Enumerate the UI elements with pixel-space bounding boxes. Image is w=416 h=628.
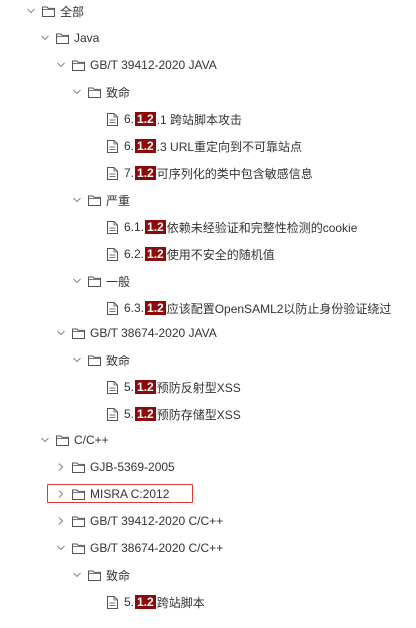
tree-node-cpp-gjb[interactable]: GJB-5369-2005 [54, 457, 175, 477]
folder-icon [87, 274, 101, 288]
tree-node-cpp-gbt39412[interactable]: GB/T 39412-2020 C/C++ [54, 511, 223, 531]
annotation-highlight-box [47, 484, 193, 503]
search-match-highlight: 1.2 [135, 139, 156, 153]
tree-node-java-gbt39412-severe[interactable]: 严重 [70, 190, 130, 210]
rule-prefix: 5. [124, 407, 135, 421]
folder-icon [87, 85, 101, 99]
chevron-down-icon[interactable] [70, 565, 84, 585]
tree-node-label: C/C++ [74, 433, 109, 447]
tree-leaf-rule[interactable]: 7. 1.2 可序列化的类中包含敏感信息 [106, 163, 313, 183]
folder-icon [55, 433, 69, 447]
tree-node-label: GB/T 38674-2020 C/C++ [90, 541, 224, 555]
folder-icon [71, 541, 85, 555]
rule-title: 依赖未经验证和完整性检测的cookie [166, 220, 358, 235]
rule-prefix: 5. [124, 595, 135, 609]
chevron-down-icon[interactable] [70, 271, 84, 291]
rule-prefix: 6.3. [124, 301, 145, 315]
chevron-down-icon[interactable] [38, 28, 52, 48]
tree-node-label: GJB-5369-2005 [90, 460, 175, 474]
search-match-highlight: 1.2 [135, 595, 156, 609]
rule-title: 可序列化的类中包含敏感信息 [156, 166, 313, 181]
tree-node-label: 一般 [106, 274, 131, 289]
tree-node-label: 致命 [106, 85, 131, 100]
tree-node-label: GB/T 39412-2020 JAVA [90, 58, 217, 72]
rule-title: .3 URL重定向到不可靠站点 [156, 139, 303, 154]
chevron-right-icon[interactable] [54, 457, 68, 477]
file-icon [106, 166, 118, 180]
chevron-right-icon[interactable] [54, 511, 68, 531]
chevron-down-icon[interactable] [70, 190, 84, 210]
tree-node-java-gbt39412[interactable]: GB/T 39412-2020 JAVA [54, 55, 217, 75]
folder-icon [71, 58, 85, 72]
rule-title: 预防反射型XSS [156, 380, 241, 395]
file-icon [106, 380, 118, 394]
search-match-highlight: 1.2 [135, 380, 156, 394]
file-icon [106, 301, 118, 315]
folder-icon [71, 514, 85, 528]
tree-node-cpp-gbt38674-fatal[interactable]: 致命 [70, 565, 130, 585]
file-icon [106, 139, 118, 153]
chevron-down-icon[interactable] [70, 82, 84, 102]
folder-icon [87, 193, 101, 207]
tree-leaf-rule[interactable]: 5. 1.2 预防反射型XSS [106, 377, 241, 397]
search-match-highlight: 1.2 [135, 407, 156, 421]
tree-node-label: 严重 [106, 193, 131, 208]
tree-leaf-rule[interactable]: 6. 1.2.3 URL重定向到不可靠站点 [106, 136, 302, 156]
folder-icon [41, 4, 55, 18]
rule-title: 应该配置OpenSAML2以防止身份验证绕过 [166, 301, 392, 316]
tree-node-label: 全部 [60, 4, 85, 19]
tree-node-root[interactable]: 全部 [24, 1, 84, 21]
file-icon [106, 112, 118, 126]
search-match-highlight: 1.2 [135, 112, 156, 126]
rule-title: .1 跨站脚本攻击 [156, 112, 243, 127]
chevron-down-icon[interactable] [54, 55, 68, 75]
tree-node-java[interactable]: Java [38, 28, 99, 48]
rule-title: 预防存储型XSS [156, 407, 241, 422]
tree-node-java-gbt39412-fatal[interactable]: 致命 [70, 82, 130, 102]
folder-icon [71, 460, 85, 474]
rule-title: 使用不安全的随机值 [166, 247, 275, 262]
rule-title: 跨站脚本 [156, 595, 205, 610]
file-icon [106, 407, 118, 421]
search-match-highlight: 1.2 [145, 247, 166, 261]
tree-node-label: 致命 [106, 568, 131, 583]
tree-node-cpp[interactable]: C/C++ [38, 430, 109, 450]
rule-prefix: 6.1. [124, 220, 145, 234]
tree-node-label: Java [74, 31, 100, 45]
chevron-down-icon[interactable] [54, 323, 68, 343]
rule-prefix: 7. [124, 166, 135, 180]
chevron-down-icon[interactable] [54, 538, 68, 558]
rule-prefix: 6. [124, 112, 135, 126]
file-icon [106, 220, 118, 234]
chevron-down-icon[interactable] [70, 350, 84, 370]
tree-node-java-gbt39412-general[interactable]: 一般 [70, 271, 130, 291]
rule-prefix: 6.2. [124, 247, 145, 261]
tree-leaf-rule[interactable]: 6.1. 1.2 依赖未经验证和完整性检测的cookie [106, 217, 357, 237]
tree-leaf-rule[interactable]: 6.2. 1.2 使用不安全的随机值 [106, 244, 275, 264]
folder-icon [55, 31, 69, 45]
file-icon [106, 595, 118, 609]
tree-node-label: GB/T 38674-2020 JAVA [90, 326, 217, 340]
folder-icon [87, 568, 101, 582]
folder-icon [87, 353, 101, 367]
search-match-highlight: 1.2 [145, 220, 166, 234]
tree-leaf-rule[interactable]: 6.3. 1.2 应该配置OpenSAML2以防止身份验证绕过 [106, 298, 391, 318]
rule-prefix: 6. [124, 139, 135, 153]
search-match-highlight: 1.2 [145, 301, 166, 315]
chevron-down-icon[interactable] [24, 1, 38, 21]
tree-node-label: 致命 [106, 353, 131, 368]
chevron-down-icon[interactable] [38, 430, 52, 450]
tree-leaf-rule[interactable]: 5. 1.2 跨站脚本 [106, 592, 205, 612]
tree-node-label: GB/T 39412-2020 C/C++ [90, 514, 224, 528]
tree-node-cpp-gbt38674[interactable]: GB/T 38674-2020 C/C++ [54, 538, 223, 558]
tree-node-java-gbt38674-fatal[interactable]: 致命 [70, 350, 130, 370]
tree-leaf-rule[interactable]: 6. 1.2.1 跨站脚本攻击 [106, 109, 242, 129]
tree-node-java-gbt38674[interactable]: GB/T 38674-2020 JAVA [54, 323, 217, 343]
search-match-highlight: 1.2 [135, 166, 156, 180]
tree-leaf-rule[interactable]: 5. 1.2 预防存储型XSS [106, 404, 241, 424]
file-icon [106, 247, 118, 261]
folder-icon [71, 326, 85, 340]
rule-prefix: 5. [124, 380, 135, 394]
